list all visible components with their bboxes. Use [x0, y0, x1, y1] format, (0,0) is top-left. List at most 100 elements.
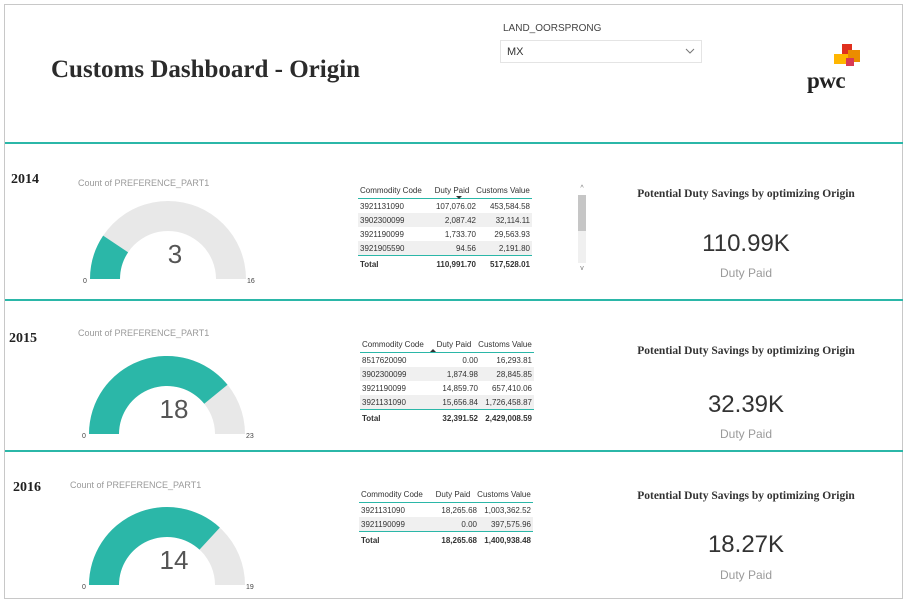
cell-code: 3921131090: [360, 201, 404, 211]
cell-duty: 0.00: [462, 355, 478, 365]
column-header[interactable]: Customs Value: [477, 490, 533, 499]
cell-value: 657,410.06: [491, 383, 532, 393]
table-header: Commodity Code Duty Paid Customs Value: [360, 336, 534, 353]
commodity-table[interactable]: Commodity Code Duty Paid Customs Value 8…: [360, 336, 534, 426]
cell-duty: 0.00: [461, 519, 477, 529]
cell-value: 453,584.58: [489, 201, 530, 211]
kpi-title: Potential Duty Savings by optimizing Ori…: [637, 188, 855, 200]
cell-value: 32,114.11: [495, 215, 530, 225]
cell-code: 3902300099: [362, 369, 407, 379]
cell-code: 3902300099: [360, 215, 405, 225]
cell-code: 3921905590: [360, 243, 405, 253]
table-header: Commodity Code Duty Paid Customs Value: [358, 182, 532, 199]
column-header[interactable]: Commodity Code: [360, 340, 430, 349]
column-header[interactable]: Commodity Code: [359, 490, 429, 499]
gauge-title: Count of PREFERENCE_PART1: [78, 328, 210, 338]
cell-value: 29,563.93: [494, 229, 530, 239]
commodity-table[interactable]: Commodity Code Duty Paid Customs Value 3…: [359, 486, 533, 548]
cell-duty: 1,874.98: [446, 369, 478, 379]
cell-duty: 107,076.02: [435, 201, 476, 211]
cell-value: 1,003,362.52: [484, 505, 531, 515]
total-duty: 110,991.70: [436, 259, 476, 269]
scrollbar-thumb[interactable]: [578, 195, 586, 231]
table-row[interactable]: 3921131090 107,076.02 453,584.58: [358, 199, 532, 213]
country-filter-dropdown[interactable]: MX: [500, 40, 702, 63]
commodity-table[interactable]: Commodity Code Duty Paid Customs Value 3…: [358, 182, 532, 272]
kpi-label: Duty Paid: [719, 427, 773, 441]
column-header[interactable]: Commodity Code: [358, 186, 428, 195]
gauge-min: 0: [82, 584, 86, 591]
table-row[interactable]: 3921190099 1,733.70 29,563.93: [358, 227, 532, 241]
year-label: 2015: [9, 331, 37, 346]
cell-value: 16,293.81: [496, 355, 532, 365]
cell-duty: 94.56: [455, 243, 476, 253]
chevron-down-icon: [685, 48, 695, 54]
gauge-max: 19: [246, 584, 254, 591]
total-label: Total: [361, 535, 380, 545]
cell-code: 3921190099: [362, 383, 406, 393]
pwc-logo: pwc: [806, 44, 866, 94]
page-title: Customs Dashboard - Origin: [51, 56, 361, 83]
cell-value: 397,575.96: [490, 519, 531, 529]
filter-selected-value: MX: [507, 46, 524, 58]
kpi-title: Potential Duty Savings by optimizing Ori…: [637, 345, 855, 357]
cell-value: 28,845.85: [496, 369, 532, 379]
table-scrollbar[interactable]: ^ v: [578, 183, 586, 275]
column-header[interactable]: Customs Value: [476, 186, 532, 195]
scroll-up-icon[interactable]: ^: [578, 185, 586, 193]
column-header[interactable]: Duty Paid: [428, 186, 476, 195]
gauge-min: 0: [83, 278, 87, 285]
cell-duty: 18,265.68: [441, 505, 477, 515]
table-total-row: Total 32,391.52 2,429,008.59: [360, 409, 534, 426]
table-row[interactable]: 3902300099 1,874.98 28,845.85: [360, 367, 534, 381]
kpi-label: Duty Paid: [719, 568, 773, 582]
cell-duty: 15,656.84: [442, 397, 478, 407]
table-row[interactable]: 3921131090 18,265.68 1,003,362.52: [359, 503, 533, 517]
year-label: 2016: [13, 480, 41, 495]
gauge-svg: [89, 507, 245, 585]
gauge-value: 18: [159, 394, 189, 424]
table-row[interactable]: 3902300099 2,087.42 32,114.11: [358, 213, 532, 227]
column-header[interactable]: Duty Paid: [429, 490, 477, 499]
total-duty: 18,265.68: [441, 535, 477, 545]
gauge-max: 16: [247, 278, 255, 285]
cell-code: 3921131090: [362, 397, 406, 407]
table-row[interactable]: 3921905590 94.56 2,191.80: [358, 241, 532, 255]
gauge-value: 3: [167, 239, 183, 269]
gauge-chart: 14 0 19: [82, 491, 259, 591]
cell-duty: 2,087.42: [444, 215, 476, 225]
total-value: 2,429,008.59: [485, 413, 532, 423]
total-value: 517,528.01: [489, 259, 530, 269]
cell-duty: 14,859.70: [442, 383, 478, 393]
table-row[interactable]: 8517620090 0.00 16,293.81: [360, 353, 534, 367]
total-value: 1,400,938.48: [484, 535, 531, 545]
logo-text: pwc: [807, 68, 846, 93]
table-total-row: Total 18,265.68 1,400,938.48: [359, 531, 533, 548]
gauge-value: 14: [159, 545, 189, 575]
gauge-title: Count of PREFERENCE_PART1: [70, 480, 202, 490]
table-total-row: Total 110,991.70 517,528.01: [358, 255, 532, 272]
gauge-max: 23: [246, 433, 254, 440]
column-header[interactable]: Customs Value: [478, 340, 534, 349]
kpi-value: 18.27K: [707, 531, 785, 558]
kpi-value: 32.39K: [707, 391, 785, 418]
cell-value: 1,726,458.87: [485, 397, 532, 407]
year-label: 2014: [11, 172, 39, 187]
sort-desc-icon: [456, 196, 462, 199]
cell-duty: 1,733.70: [444, 229, 476, 239]
table-row[interactable]: 3921190099 0.00 397,575.96: [359, 517, 533, 531]
column-header[interactable]: Duty Paid: [430, 340, 478, 349]
gauge-svg: [89, 356, 245, 434]
cell-value: 2,191.80: [498, 243, 530, 253]
scroll-down-icon[interactable]: v: [578, 265, 586, 273]
total-label: Total: [362, 413, 381, 423]
table-row[interactable]: 3921190099 14,859.70 657,410.06: [360, 381, 534, 395]
cell-code: 8517620090: [362, 355, 407, 365]
table-header: Commodity Code Duty Paid Customs Value: [359, 486, 533, 503]
kpi-label: Duty Paid: [719, 266, 773, 280]
kpi-value: 110.99K: [702, 230, 790, 257]
section-divider: [5, 450, 903, 452]
table-row[interactable]: 3921131090 15,656.84 1,726,458.87: [360, 395, 534, 409]
section-divider: [5, 142, 903, 144]
gauge-svg: [90, 201, 246, 279]
